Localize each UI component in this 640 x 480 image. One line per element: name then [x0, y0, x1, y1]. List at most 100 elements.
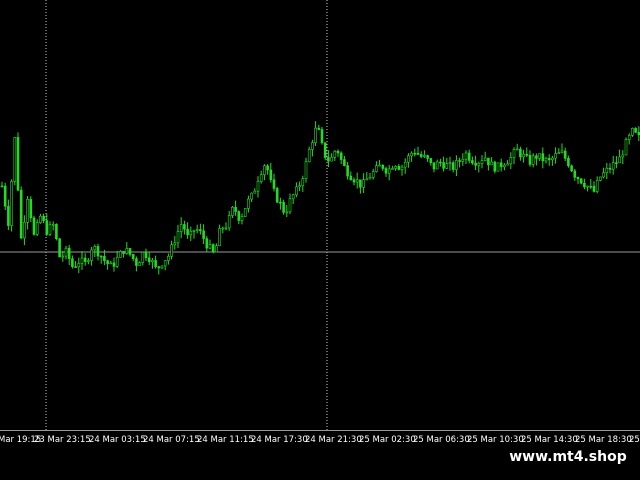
candle-body: [160, 265, 164, 269]
candle: [595, 176, 599, 194]
time-axis-label: 24 Mar 17:30: [251, 435, 308, 445]
candle-body: [461, 158, 465, 162]
candle: [13, 136, 17, 186]
candle: [227, 211, 231, 231]
candle-body: [599, 176, 602, 181]
candle-body: [71, 258, 74, 267]
candle: [298, 181, 301, 192]
candle-body: [157, 266, 161, 269]
time-axis-label: 24 Mar 11:15: [197, 435, 254, 445]
candle-body: [349, 175, 353, 181]
candle-body: [13, 137, 17, 182]
candle-body: [29, 199, 33, 219]
candle-body: [128, 248, 132, 255]
candle: [359, 179, 362, 194]
candle-body: [371, 171, 375, 178]
candle: [144, 248, 148, 261]
candle: [528, 150, 532, 167]
candle-body: [602, 172, 605, 178]
candle: [429, 157, 433, 166]
candle-body: [231, 206, 234, 216]
candle: [183, 220, 186, 235]
chart-area[interactable]: [0, 0, 640, 430]
candle-body: [416, 152, 420, 155]
candle-body: [295, 186, 298, 196]
candle: [583, 178, 586, 190]
candle: [205, 235, 209, 252]
candle: [3, 182, 7, 211]
candle-body: [96, 246, 100, 257]
candle: [119, 250, 122, 258]
candle: [272, 173, 276, 192]
candle: [240, 213, 244, 225]
price-chart[interactable]: [0, 0, 640, 430]
candle: [467, 149, 471, 164]
candle: [480, 155, 484, 169]
candle-body: [362, 179, 365, 188]
candle: [461, 153, 465, 166]
candle-body: [240, 216, 244, 221]
candle: [339, 151, 343, 164]
candle: [202, 224, 205, 245]
candle: [122, 251, 125, 258]
candle-body: [423, 155, 426, 157]
candle: [16, 132, 20, 192]
candle: [608, 163, 612, 174]
candle: [384, 166, 388, 177]
candle-body: [19, 189, 23, 239]
candle-body: [346, 165, 349, 177]
candle-body: [320, 129, 324, 144]
candle-body: [515, 148, 519, 151]
candle: [74, 261, 77, 268]
time-axis-label: 24 Mar 21:30: [305, 435, 362, 445]
candle-body: [90, 249, 93, 261]
candle: [576, 176, 580, 184]
candle: [186, 222, 189, 239]
candle-body: [23, 222, 26, 239]
candle: [371, 168, 375, 180]
candle-body: [608, 167, 612, 170]
time-axis-label: 25: [629, 435, 640, 445]
candle: [621, 150, 625, 165]
candle-body: [304, 161, 308, 179]
candle-body: [557, 152, 561, 154]
candle-body: [503, 164, 506, 168]
candle: [192, 229, 196, 239]
candle: [259, 170, 263, 184]
candle: [362, 173, 365, 193]
candle-body: [314, 127, 317, 143]
candle-body: [496, 162, 500, 172]
candle-body: [131, 254, 135, 259]
candle: [509, 152, 513, 170]
candle: [301, 175, 305, 192]
candle-body: [205, 238, 209, 249]
candle: [314, 121, 317, 146]
candle-body: [464, 152, 468, 160]
candle-body: [48, 224, 52, 235]
candle-body: [339, 152, 343, 160]
candle: [570, 164, 573, 173]
candle: [211, 243, 215, 254]
candle: [163, 260, 167, 271]
candle: [256, 176, 260, 198]
candle-body: [35, 222, 39, 235]
candle-body: [189, 231, 193, 236]
candle-body: [288, 198, 292, 213]
candle-body: [579, 178, 583, 184]
candle-body: [474, 162, 477, 166]
candle-body: [83, 257, 87, 262]
candle-body: [291, 194, 295, 200]
candle: [96, 243, 100, 261]
candle: [560, 143, 564, 154]
candle: [445, 157, 449, 169]
time-axis-label: 25 Mar 14:30: [521, 435, 578, 445]
candle-body: [208, 244, 212, 249]
candle: [381, 164, 385, 171]
candle: [243, 208, 247, 218]
candle: [599, 176, 602, 182]
candle-body: [538, 153, 541, 159]
candle: [346, 161, 349, 180]
candle: [426, 154, 429, 162]
candle: [618, 149, 621, 164]
candle-body: [445, 163, 449, 169]
